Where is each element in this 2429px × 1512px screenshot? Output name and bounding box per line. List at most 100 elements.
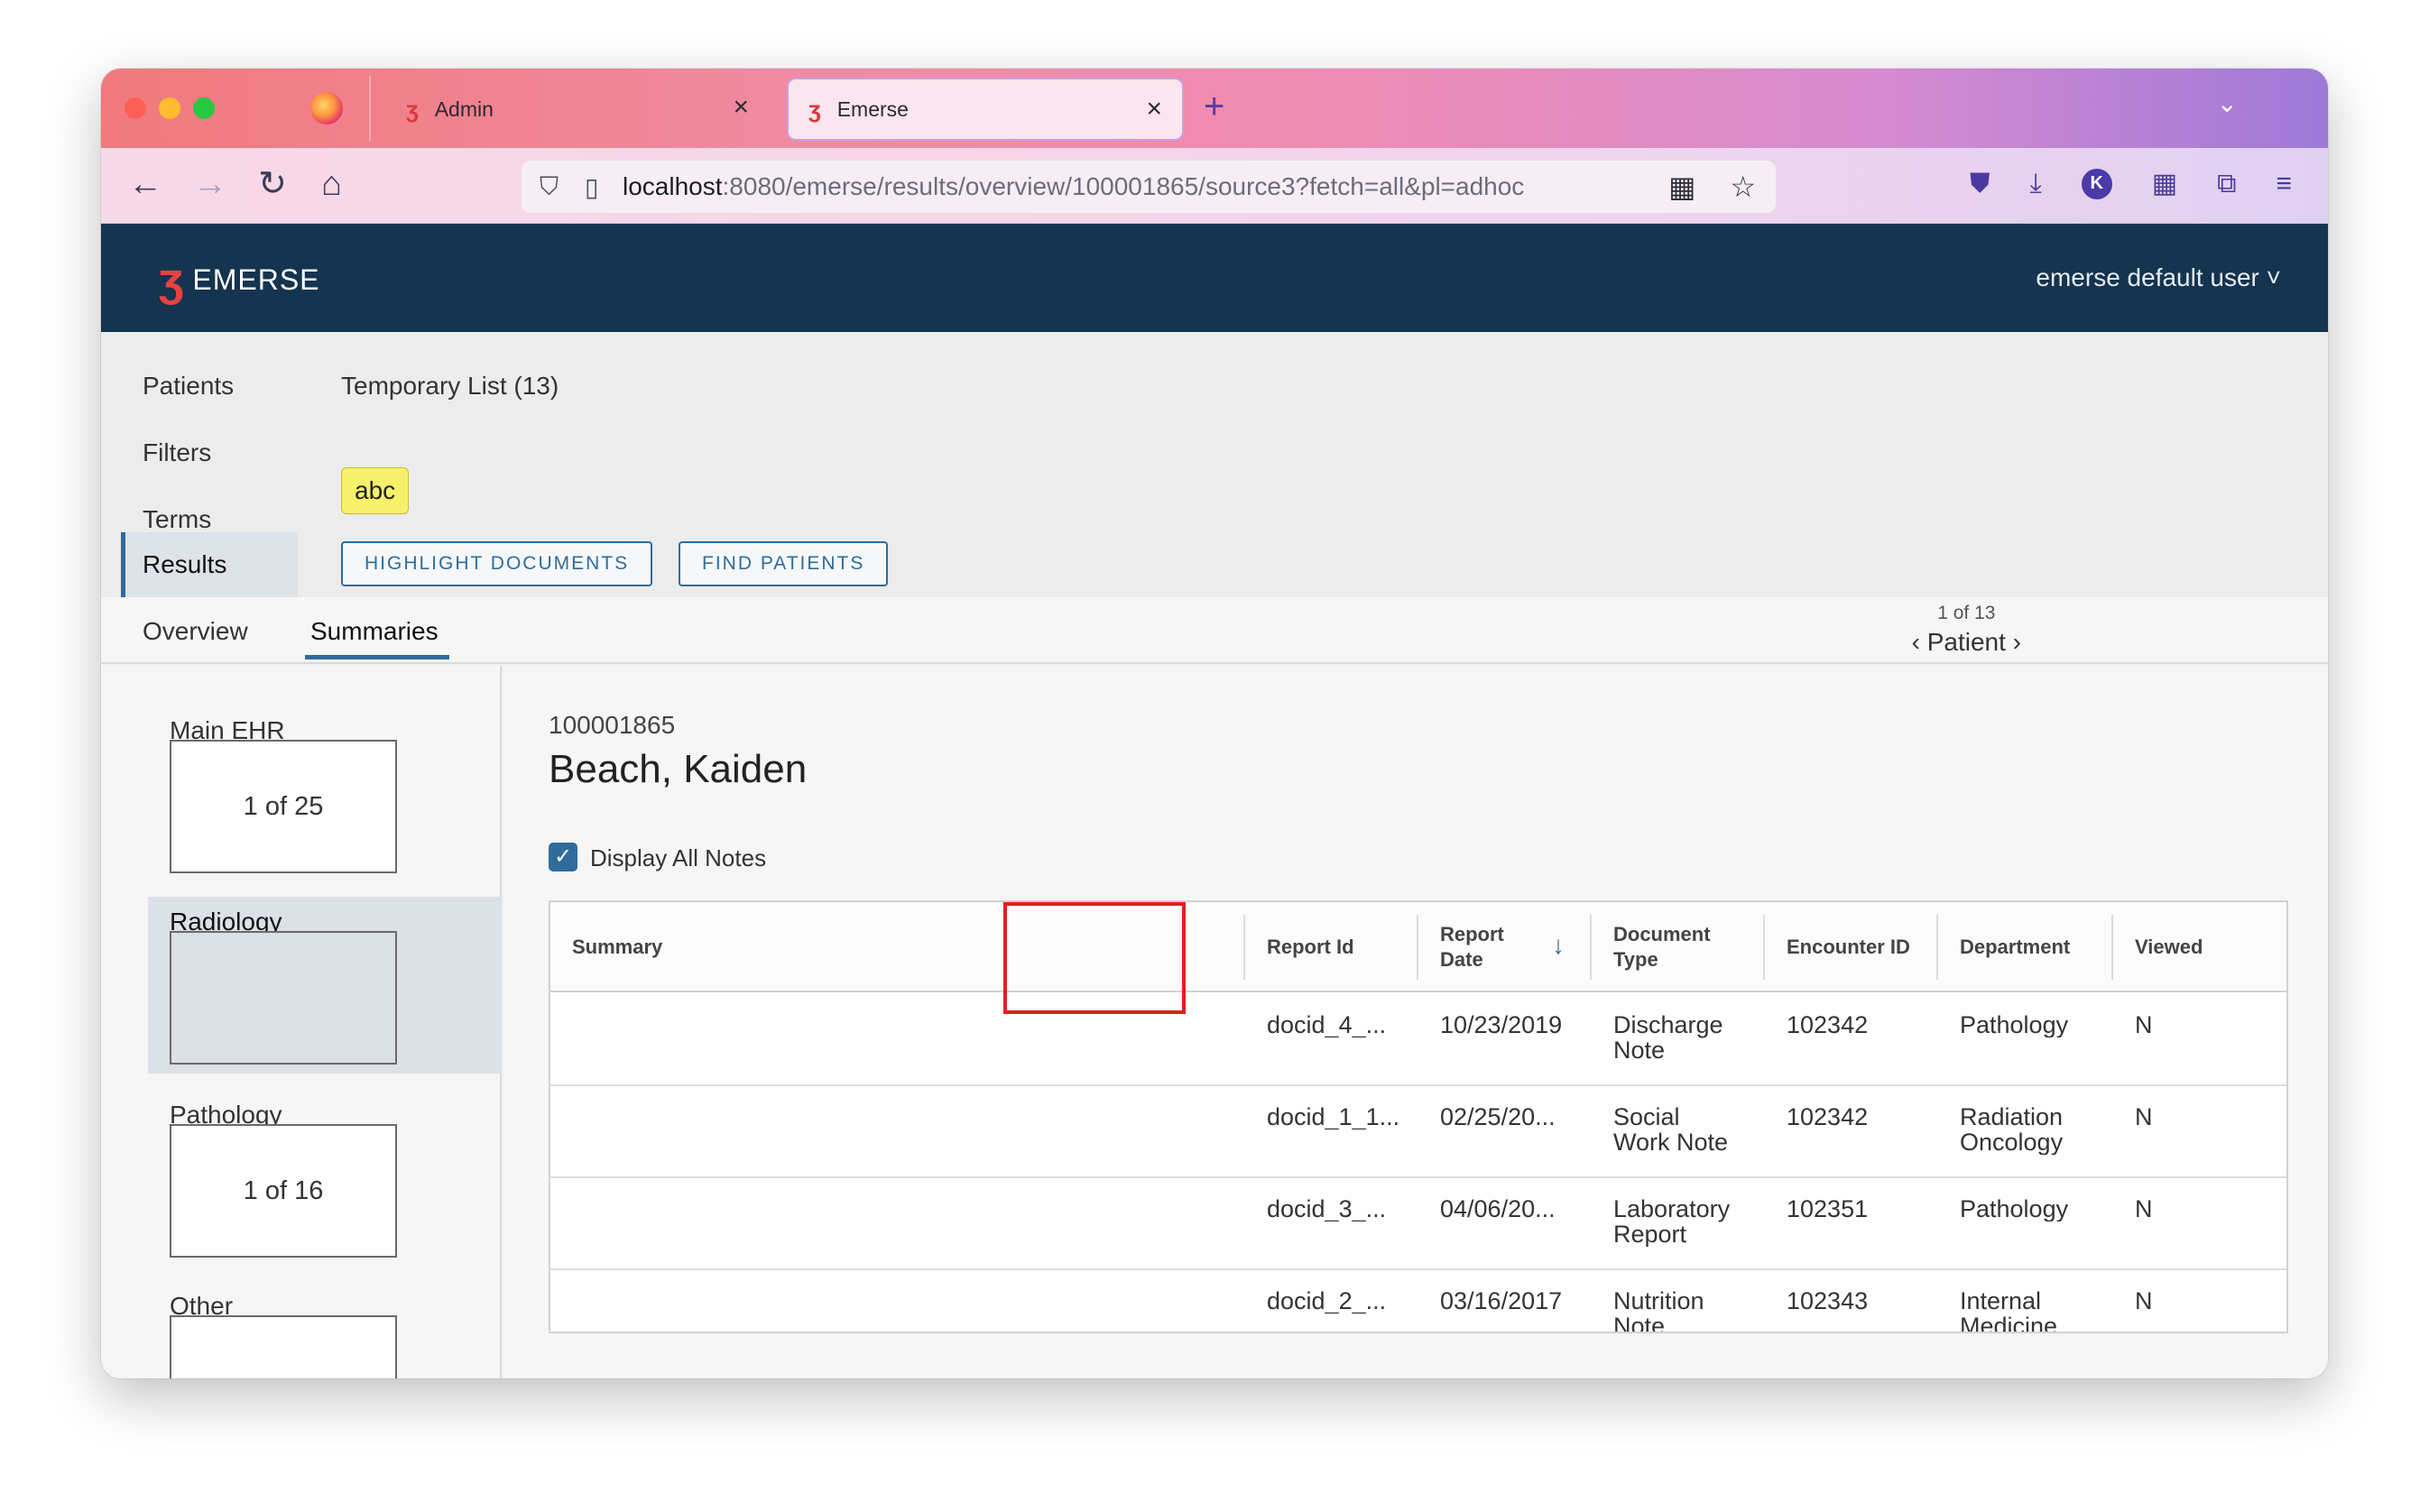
cell-line: Radiation [1960, 1104, 2064, 1130]
user-menu[interactable]: emerse default user ˅ [2036, 263, 2281, 292]
cell-viewed: N [2135, 1288, 2153, 1314]
tab-strip: ʒ Admin × ʒ Emerse × + ⌄ [101, 69, 2328, 148]
toolbar-icons: ⛊ ⤓ K ▦ ⧉ ≡ [1970, 168, 2292, 199]
patient-id: 100001865 [549, 711, 676, 739]
cell-report-date: 04/06/20... [1440, 1196, 1556, 1222]
cell-department: Pathology [1960, 1196, 2104, 1222]
url-actions: ▦ ☆ [1668, 170, 1756, 204]
table-row[interactable]: docid_2_... 03/16/2017 Nutrition Note 102… [550, 1270, 2286, 1333]
minimize-window-button[interactable] [159, 97, 180, 119]
tab-label: Admin [434, 97, 494, 121]
cell-line: Report [1613, 1221, 1687, 1247]
sort-descending-arrow-icon[interactable]: ↓ [1552, 933, 1565, 958]
maximize-window-button[interactable] [193, 97, 215, 119]
cell-line: Pathology [1960, 1012, 2069, 1037]
menu-icon[interactable]: ≡ [2276, 169, 2292, 199]
cell-line: Discharge [1613, 1012, 1723, 1038]
cell-report-date: 02/25/20... [1440, 1104, 1556, 1129]
home-icon[interactable]: ⌂ [321, 166, 342, 202]
table-row[interactable]: docid_3_... 04/06/20... Laboratory Report… [550, 1178, 2286, 1270]
downloads-icon[interactable]: ⤓ [2029, 169, 2041, 199]
brand[interactable]: ʒ EMERSE [159, 256, 320, 303]
close-window-button[interactable] [125, 97, 146, 119]
cell-line: Note [1613, 1313, 1666, 1333]
close-tab-icon[interactable]: × [1146, 96, 1162, 123]
cell-encounter-id: 102342 [1787, 1104, 1869, 1129]
column-label-line: Report [1440, 923, 1504, 945]
extensions-grid-icon[interactable]: ▦ [2152, 168, 2177, 199]
filters-label[interactable]: Filters [143, 438, 211, 467]
shield-icon[interactable]: ⛉ [540, 172, 568, 202]
table-row[interactable]: docid_1_1... 02/25/20... Social Work Note… [550, 1086, 2286, 1178]
term-chip[interactable]: abc [341, 467, 410, 514]
cell-report-date: 03/16/2017 [1440, 1288, 1563, 1314]
column-document-type[interactable]: Document Type [1592, 902, 1765, 992]
tab-overview[interactable]: Overview [143, 617, 248, 646]
reload-icon[interactable]: ↻ [258, 166, 287, 202]
terms-label[interactable]: Terms [143, 505, 211, 534]
app-header: ʒ EMERSE emerse default user ˅ [101, 224, 2328, 332]
cell-report-id: docid_2_... [1267, 1288, 1387, 1314]
qr-code-icon[interactable]: ▦ [1668, 170, 1695, 204]
cell-line: Oncology [1960, 1129, 2064, 1155]
cell-line: Internal [1960, 1288, 2042, 1314]
page-icon[interactable]: ▯ [585, 172, 610, 202]
column-label-line: Date [1440, 948, 1483, 971]
bookmark-star-icon[interactable]: ☆ [1730, 170, 1756, 204]
highlight-documents-button[interactable]: HIGHLIGHT DOCUMENTS [341, 541, 653, 586]
cell-document-type: Laboratory Report [1613, 1196, 1758, 1247]
cell-document-type: Nutrition Note [1613, 1288, 1758, 1333]
table-row[interactable]: docid_4_... 10/23/2019 Discharge Note 102… [550, 994, 2286, 1086]
puzzle-icon[interactable]: ⧉ [2217, 169, 2236, 199]
cell-encounter-id: 102342 [1787, 1012, 1869, 1037]
firefox-icon[interactable] [310, 92, 343, 124]
navigation-toolbar: ← → ↻ ⌂ ⛉ ▯ localhost:8080/emerse/result… [101, 148, 2328, 224]
url-path: :8080/emerse/results/overview/100001865/… [722, 172, 1525, 200]
cell-report-id: docid_3_... [1267, 1196, 1387, 1222]
account-avatar[interactable]: K [2081, 168, 2112, 199]
column-report-id[interactable]: Report Id [1245, 902, 1418, 992]
results-subtabs: Overview Summaries 1 of 13 ‹ Patient › [101, 597, 2328, 664]
column-report-date[interactable]: Report Date ↓ [1418, 902, 1592, 992]
patient-pager: 1 of 13 ‹ Patient › [1912, 603, 2021, 657]
source-box-main-ehr[interactable]: 1 of 25 [170, 740, 397, 873]
close-tab-icon[interactable]: × [733, 94, 749, 121]
cell-line: Work Note [1613, 1129, 1729, 1155]
pocket-icon[interactable]: ⛊ [1970, 169, 1990, 199]
find-patients-button[interactable]: FIND PATIENTS [679, 541, 889, 586]
results-label[interactable]: Results [143, 550, 226, 579]
cell-document-type: Discharge Note [1613, 1012, 1758, 1063]
new-tab-button[interactable]: + [1204, 88, 1224, 124]
display-all-notes-label[interactable]: Display All Notes [590, 844, 766, 872]
column-label-line: Document [1613, 923, 1711, 945]
cell-line: Medicine [1960, 1313, 2058, 1333]
chevron-down-icon[interactable]: ⌄ [2217, 88, 2238, 118]
table-header: Summary Report Id Report Date ↓ Document… [550, 902, 2286, 992]
column-department[interactable]: Department [1938, 902, 2113, 992]
pager-label: Patient [1926, 628, 2006, 656]
column-encounter-id[interactable]: Encounter ID [1765, 902, 1938, 992]
forward-arrow-icon[interactable]: → [193, 166, 227, 202]
back-arrow-icon[interactable]: ← [128, 166, 162, 202]
patient-summary: 100001865 Beach, Kaiden ✓ Display All No… [503, 666, 2328, 1378]
chevron-right-icon[interactable]: › [2013, 628, 2021, 656]
brand-name: EMERSE [192, 263, 320, 296]
tab-summaries[interactable]: Summaries [310, 617, 439, 646]
source-box-pathology[interactable]: 1 of 16 [170, 1124, 397, 1258]
patients-value[interactable]: Temporary List (13) [341, 372, 559, 401]
cell-department: Internal Medicine [1960, 1288, 2104, 1333]
chevron-left-icon[interactable]: ‹ [1912, 628, 1920, 656]
tab-admin[interactable]: ʒ Admin × [381, 78, 769, 141]
display-all-notes-checkbox[interactable]: ✓ [549, 843, 577, 871]
cell-department: Radiation Oncology [1960, 1104, 2104, 1155]
tab-label: Emerse [836, 97, 909, 121]
active-tab-underline [305, 655, 449, 659]
patients-label[interactable]: Patients [143, 372, 234, 401]
url-text[interactable]: localhost:8080/emerse/results/overview/1… [623, 172, 1524, 201]
source-box-radiology[interactable] [170, 931, 397, 1065]
address-bar[interactable]: ⛉ ▯ localhost:8080/emerse/results/overvi… [522, 161, 1776, 213]
tab-emerse[interactable]: ʒ Emerse × [787, 78, 1184, 141]
column-viewed[interactable]: Viewed [2113, 902, 2286, 992]
source-box-other[interactable] [170, 1315, 397, 1378]
pager-count: 1 of 13 [1937, 603, 1996, 623]
